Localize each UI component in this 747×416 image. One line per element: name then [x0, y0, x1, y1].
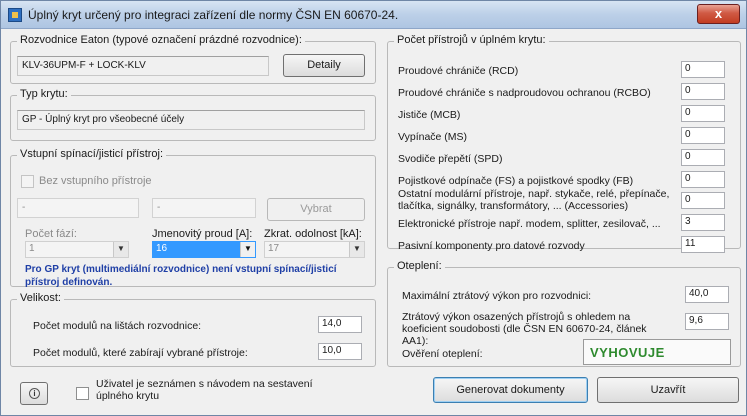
dialog-window: Úplný kryt určený pro integraci zařízení… — [0, 0, 747, 416]
group-rozvodnice: Rozvodnice Eaton (typové označení prázdn… — [10, 34, 376, 84]
chevron-down-icon: ▼ — [113, 242, 128, 257]
group-vstupni-pristroj: Vstupní spínací/jisticí přístroj: Bez vs… — [10, 148, 376, 288]
pocet-fazi-value: 1 — [29, 243, 35, 254]
info-button[interactable]: i — [20, 382, 48, 405]
vstupni-field-1: - — [17, 198, 139, 218]
details-button[interactable]: Detaily — [283, 54, 365, 77]
ms-label: Vypínače (MS) — [398, 131, 468, 143]
vybrat-button[interactable]: Vybrat — [267, 198, 365, 221]
pasivni-label: Pasivní komponenty pro datové rozvody — [398, 240, 585, 252]
jmenovity-proud-label: Jmenovitý proud [A]: — [152, 228, 253, 240]
moduly-listy-value[interactable]: 14,0 — [318, 316, 362, 333]
fs-fb-value[interactable]: 0 — [681, 171, 725, 188]
overeni-result: VYHOVUJE — [583, 339, 731, 365]
group-otepleni-legend: Oteplení: — [394, 260, 445, 272]
elektronicke-label: Elektronické přístroje např. modem, spli… — [398, 218, 661, 230]
group-pocet-legend: Počet přístrojů v úplném krytu: — [394, 34, 549, 46]
pocet-fazi-label: Počet fází: — [25, 228, 77, 240]
group-typ-krytu-legend: Typ krytu: — [17, 88, 71, 100]
group-typ-krytu: Typ krytu: GP - Úplný kryt pro všeobecné… — [10, 88, 376, 141]
accessories-label: Ostatní modulární přístroje, např. styka… — [398, 188, 670, 212]
jmenovity-proud-value: 16 — [156, 243, 168, 254]
chevron-down-icon: ▼ — [349, 242, 364, 257]
ztratovy-vykon-value[interactable]: 9,6 — [685, 313, 729, 330]
zkrat-odolnost-select[interactable]: 17 ▼ — [264, 241, 365, 258]
title-bar[interactable]: Úplný kryt určený pro integraci zařízení… — [1, 1, 746, 29]
group-rozvodnice-legend: Rozvodnice Eaton (typové označení prázdn… — [17, 34, 305, 46]
chevron-down-icon: ▼ — [240, 242, 255, 257]
typ-krytu-field[interactable]: GP - Úplný kryt pro všeobecné účely — [17, 110, 365, 130]
gp-note: Pro GP kryt (multimediální rozvodnice) n… — [25, 264, 337, 288]
close-window-button[interactable]: x — [697, 4, 740, 24]
navod-checkbox-label: Uživatel je seznámen s návodem na sestav… — [96, 378, 313, 402]
group-velikost: Velikost: Počet modulů na lištách rozvod… — [10, 292, 376, 367]
info-icon: i — [29, 388, 40, 399]
pasivni-value[interactable]: 11 — [681, 236, 725, 253]
max-ztratovy-value[interactable]: 40,0 — [685, 286, 729, 303]
bez-vstupniho-label: Bez vstupního přístroje — [39, 175, 152, 187]
pocet-fazi-select[interactable]: 1 ▼ — [25, 241, 129, 258]
rozvodnice-type-field[interactable]: KLV-36UPM-F + LOCK-KLV — [17, 56, 269, 76]
ms-value[interactable]: 0 — [681, 127, 725, 144]
spd-value[interactable]: 0 — [681, 149, 725, 166]
group-velikost-legend: Velikost: — [17, 292, 64, 304]
accessories-value[interactable]: 0 — [681, 192, 725, 209]
zkrat-odolnost-value: 17 — [268, 243, 280, 254]
max-ztratovy-label: Maximální ztrátový výkon pro rozvodnici: — [402, 290, 592, 302]
rcd-label: Proudové chrániče (RCD) — [398, 65, 519, 77]
zkrat-odolnost-label: Zkrat. odolnost [kA]: — [264, 228, 362, 240]
generate-documents-button[interactable]: Generovat dokumenty — [433, 377, 588, 403]
bez-vstupniho-checkbox[interactable] — [21, 175, 34, 188]
fs-fb-label: Pojistkové odpínače (FS) a pojistkové sp… — [398, 175, 634, 187]
moduly-pristroje-label: Počet modulů, které zabírají vybrané pří… — [33, 347, 248, 359]
app-icon — [8, 8, 22, 22]
vstupni-field-2: - — [152, 198, 256, 218]
window-title: Úplný kryt určený pro integraci zařízení… — [28, 8, 399, 22]
overeni-label: Ověření oteplení: — [402, 348, 483, 360]
spd-label: Svodiče přepětí (SPD) — [398, 153, 503, 165]
group-pocet-pristroju: Počet přístrojů v úplném krytu: Proudové… — [387, 34, 741, 253]
moduly-listy-label: Počet modulů na lištách rozvodnice: — [33, 320, 202, 332]
close-dialog-button[interactable]: Uzavřít — [597, 377, 739, 403]
dialog-content: Rozvodnice Eaton (typové označení prázdn… — [6, 31, 741, 411]
moduly-pristroje-value[interactable]: 10,0 — [318, 343, 362, 360]
mcb-label: Jističe (MCB) — [398, 109, 461, 121]
group-vstupni-legend: Vstupní spínací/jisticí přístroj: — [17, 148, 167, 160]
navod-checkbox[interactable] — [76, 387, 89, 400]
jmenovity-proud-select[interactable]: 16 ▼ — [152, 241, 256, 258]
elektronicke-value[interactable]: 3 — [681, 214, 725, 231]
rcbo-value[interactable]: 0 — [681, 83, 725, 100]
group-otepleni: Oteplení: Maximální ztrátový výkon pro r… — [387, 260, 741, 367]
rcd-value[interactable]: 0 — [681, 61, 725, 78]
rcbo-label: Proudové chrániče s nadproudovou ochrano… — [398, 87, 651, 99]
mcb-value[interactable]: 0 — [681, 105, 725, 122]
